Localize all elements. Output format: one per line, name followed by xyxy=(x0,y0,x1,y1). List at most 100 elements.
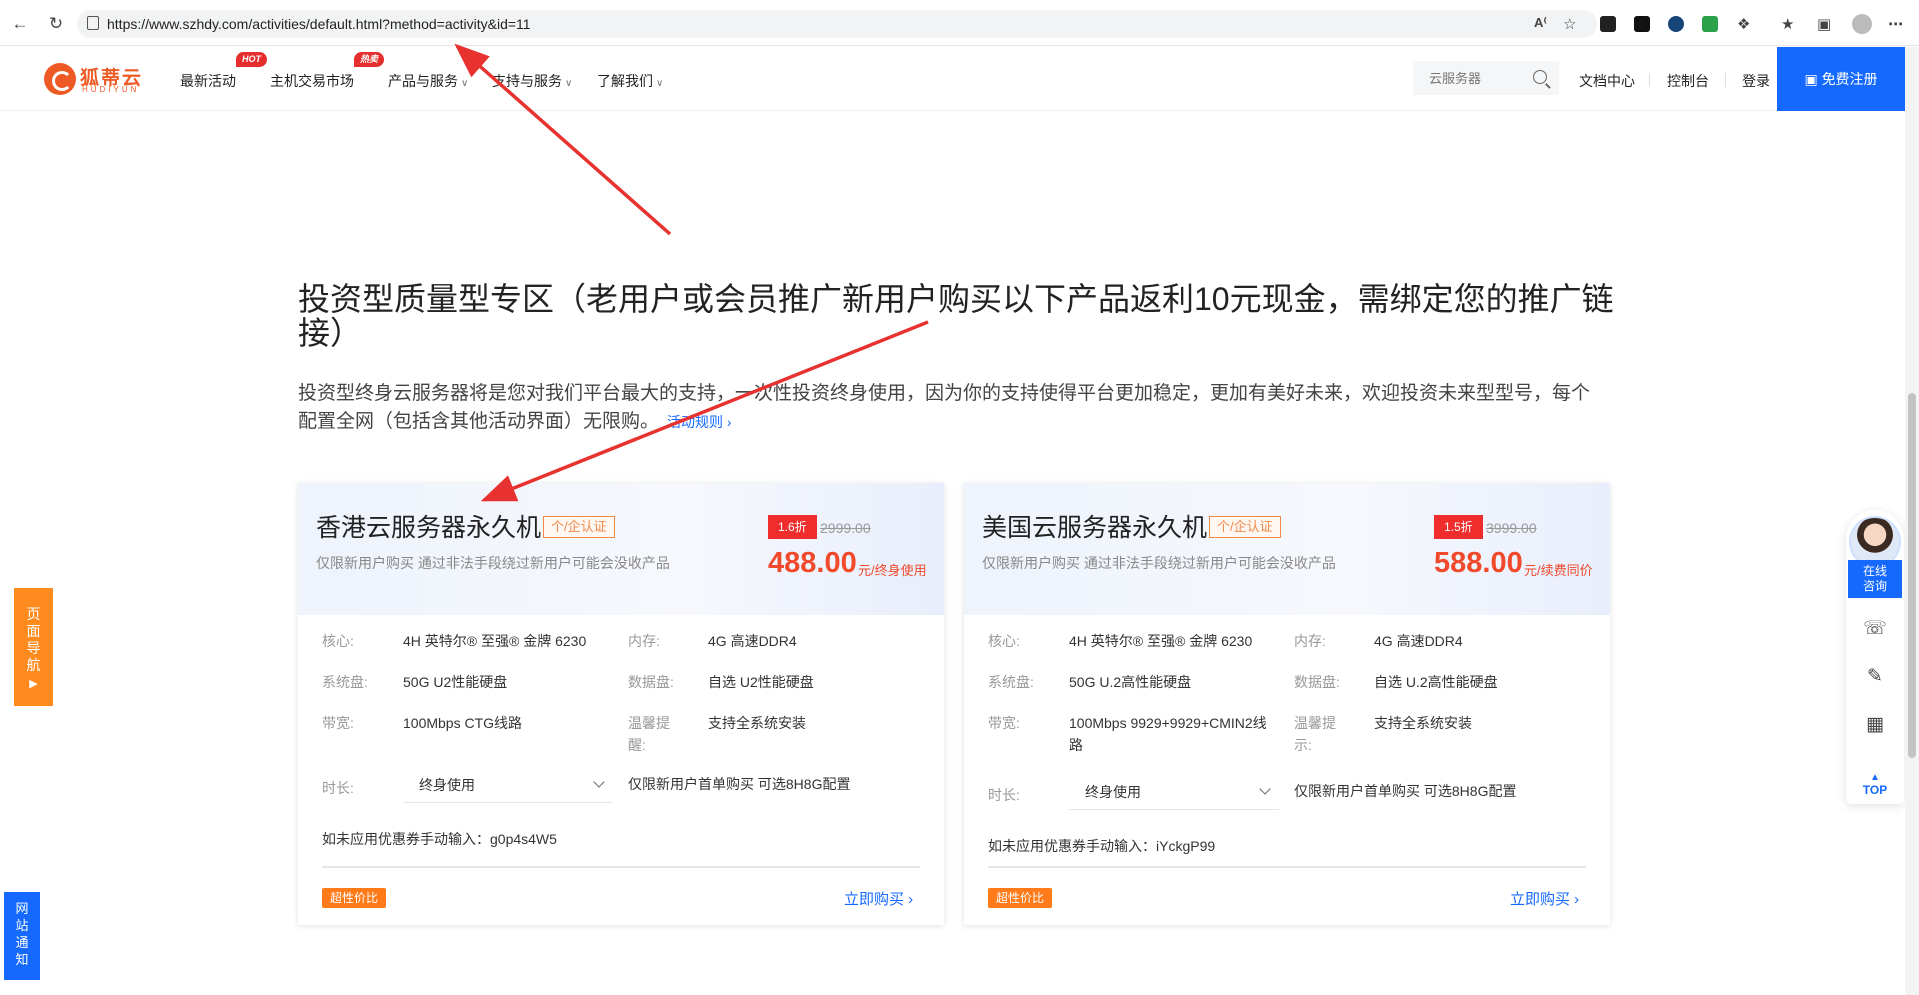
cert-badge: 个/企认证 xyxy=(543,516,615,538)
chevron-down-icon: ∨ xyxy=(565,78,573,89)
back-icon[interactable]: ← xyxy=(10,14,30,34)
page-nav-label: 页面导航 xyxy=(26,606,41,673)
login-link[interactable]: 登录 xyxy=(1742,71,1770,91)
spec-system-disk: 50G U.2高性能硬盘 xyxy=(1069,674,1192,690)
chevron-down-icon: ∨ xyxy=(656,78,664,89)
discount-badge: 1.5折 xyxy=(1434,515,1483,539)
duration-value: 终身使用 xyxy=(419,777,475,793)
divider xyxy=(1725,73,1726,87)
spec-label: 系统盘: xyxy=(988,674,1034,690)
more-menu-icon[interactable]: ⋯ xyxy=(1888,15,1903,33)
nav-latest-activities[interactable]: 最新活动 xyxy=(180,71,236,91)
spec-label: 核心: xyxy=(322,633,354,649)
extensions-puzzle-icon[interactable]: ❖ xyxy=(1737,15,1750,33)
value-tag: 超性价比 xyxy=(988,888,1053,908)
spec-label: 系统盘: xyxy=(322,674,368,690)
spec-memory: 4G 高速DDR4 xyxy=(1374,633,1463,649)
feedback-edit-icon[interactable]: ✎ xyxy=(1863,665,1887,689)
spec-label: 带宽: xyxy=(322,715,354,731)
spec-tip: 支持全系统安装 xyxy=(708,715,806,731)
price: 588.00 xyxy=(1434,547,1523,579)
price-unit: 元/终身使用 xyxy=(858,563,927,578)
search-icon[interactable] xyxy=(1533,70,1547,84)
page-title: 投资型质量型专区（老用户或会员推广新用户购买以下产品返利10元现金，需绑定您的推… xyxy=(298,281,1614,351)
activity-rules-link[interactable]: 活动规则 › xyxy=(667,414,732,430)
logo-subtext: HUDIYUN xyxy=(82,85,140,94)
shield-extension-icon[interactable] xyxy=(1702,16,1718,32)
duration-select[interactable]: 终身使用 xyxy=(1069,774,1279,810)
extension-icon[interactable] xyxy=(1668,16,1684,32)
product-title: 香港云服务器永久机 xyxy=(316,514,542,542)
divider xyxy=(1649,73,1650,87)
nav-host-market[interactable]: 主机交易市场 xyxy=(270,71,354,91)
spec-core: 4H 英特尔® 至强® 金牌 6230 xyxy=(1069,633,1253,649)
product-subtitle: 仅限新用户购买 通过非法手段绕过新用户可能会没收产品 xyxy=(316,555,670,571)
chat-label: 在线咨询 xyxy=(1862,564,1887,593)
gift-icon: ▣ xyxy=(1804,71,1818,87)
spec-system-disk: 50G U2性能硬盘 xyxy=(403,674,508,690)
spec-data-disk: 自选 U2性能硬盘 xyxy=(708,674,814,690)
divider xyxy=(988,866,1586,868)
nav-label: 支持与服务 xyxy=(492,73,562,89)
site-notice-button[interactable]: 网站通知 xyxy=(4,892,40,980)
buy-now-link[interactable]: 立即购买 › xyxy=(1510,888,1579,909)
spec-label: 温馨提醒: xyxy=(628,715,670,753)
online-chat-button[interactable]: 在线咨询 xyxy=(1848,560,1902,598)
nav-label: 产品与服务 xyxy=(388,73,458,89)
duration-select[interactable]: 终身使用 xyxy=(403,767,613,803)
site-header: 狐蒂云 HUDIYUN 最新活动 主机交易市场 HOT 产品与服务 ∨ 热卖 支持… xyxy=(0,47,1905,111)
qrcode-icon[interactable]: ▦ xyxy=(1863,713,1887,737)
nav-label: 主机交易市场 xyxy=(270,73,354,89)
back-to-top-button[interactable]: ▲ TOP xyxy=(1856,772,1894,797)
browser-toolbar: ← ↻ https://www.szhdy.com/activities/def… xyxy=(0,0,1919,46)
buy-now-link[interactable]: 立即购买 › xyxy=(844,888,913,909)
annotation-overlay xyxy=(454,43,929,502)
spec-memory: 4G 高速DDR4 xyxy=(708,633,797,649)
duration-label: 时长: xyxy=(322,780,354,796)
play-arrow-icon: ▶ xyxy=(29,678,38,690)
purchase-note: 仅限新用户首单购买 可选8H8G配置 xyxy=(1294,783,1517,799)
spec-tip: 支持全系统安装 xyxy=(1374,715,1472,731)
logo-mark-icon xyxy=(44,63,76,95)
spec-core: 4H 英特尔® 至强® 金牌 6230 xyxy=(403,633,587,649)
site-logo[interactable]: 狐蒂云 HUDIYUN xyxy=(44,63,144,95)
extension-icon[interactable] xyxy=(1600,16,1616,32)
page-navigation-button[interactable]: 页面导航 ▶ xyxy=(14,588,53,706)
read-aloud-icon[interactable]: A⁽ xyxy=(1534,15,1547,31)
rules-link-label: 活动规则 xyxy=(667,414,724,430)
collections-icon[interactable]: ▣ xyxy=(1817,15,1831,33)
console-link[interactable]: 控制台 xyxy=(1667,71,1709,91)
product-card-us: 美国云服务器永久机 个/企认证 仅限新用户购买 通过非法手段绕过新用户可能会没收… xyxy=(964,483,1610,925)
nav-support-services[interactable]: 支持与服务 ∨ xyxy=(492,71,572,91)
promo-description: 投资型终身云服务器将是您对我们平台最大的支持，一次性投资终身使用，因为你的支持使… xyxy=(298,380,1608,436)
favorite-star-icon[interactable]: ☆ xyxy=(1563,15,1576,33)
scrollbar-thumb[interactable] xyxy=(1908,393,1916,758)
coupon-hint: 如未应用优惠券手动输入：iYckgP99 xyxy=(988,838,1216,854)
register-button[interactable]: ▣ 免费注册 xyxy=(1777,47,1905,111)
divider xyxy=(322,866,920,868)
price-unit: 元/续费同价 xyxy=(1524,563,1593,578)
profile-avatar[interactable] xyxy=(1852,14,1872,34)
value-tag: 超性价比 xyxy=(322,888,387,908)
scrollbar[interactable] xyxy=(1905,47,1919,995)
buy-label: 立即购买 xyxy=(844,891,905,908)
favorites-icon[interactable]: ★ xyxy=(1781,15,1794,33)
nav-about-us[interactable]: 了解我们 ∨ xyxy=(597,71,663,91)
spec-label: 内存: xyxy=(1294,633,1326,649)
original-price: 2999.00 xyxy=(820,520,871,536)
buy-label: 立即购买 xyxy=(1510,891,1571,908)
original-price: 3999.00 xyxy=(1486,520,1537,536)
address-bar[interactable]: https://www.szhdy.com/activities/default… xyxy=(77,10,1597,38)
duration-label: 时长: xyxy=(988,787,1020,803)
docs-center-link[interactable]: 文档中心 xyxy=(1579,71,1635,91)
extension-icon[interactable] xyxy=(1634,16,1650,32)
headset-icon[interactable]: ☏ xyxy=(1863,617,1887,641)
url-text[interactable]: https://www.szhdy.com/activities/default… xyxy=(107,16,531,32)
product-title: 美国云服务器永久机 xyxy=(982,514,1208,542)
product-subtitle: 仅限新用户购买 通过非法手段绕过新用户可能会没收产品 xyxy=(982,555,1336,571)
reload-icon[interactable]: ↻ xyxy=(46,14,66,34)
spec-label: 数据盘: xyxy=(628,674,674,690)
chevron-down-icon: ∨ xyxy=(461,78,469,89)
nav-products-services[interactable]: 产品与服务 ∨ xyxy=(388,71,468,91)
purchase-note: 仅限新用户首单购买 可选8H8G配置 xyxy=(628,776,851,792)
